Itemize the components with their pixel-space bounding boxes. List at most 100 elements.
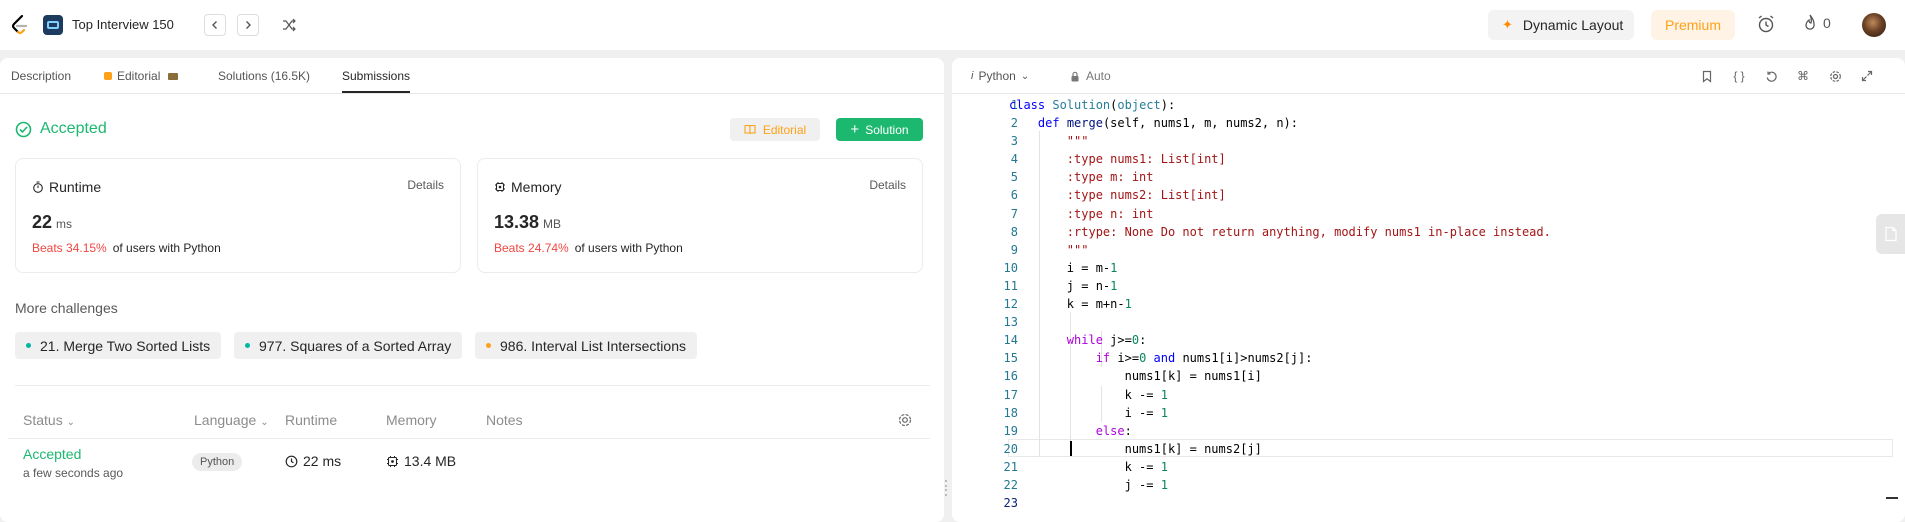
tab-submissions[interactable]: Submissions bbox=[342, 69, 410, 83]
code-token: i>= bbox=[1117, 351, 1140, 366]
code-text: nums1[k] = nums1[i] bbox=[1009, 367, 1262, 385]
format-code-icon[interactable]: { } bbox=[1729, 68, 1749, 84]
code-line[interactable]: 22 j -= 1 bbox=[952, 476, 1905, 494]
tab-solutions[interactable]: Solutions (16.5K) bbox=[218, 69, 310, 83]
info-icon: i bbox=[971, 70, 974, 82]
language-column-header[interactable]: Language ⌄ bbox=[194, 412, 269, 428]
code-line[interactable]: 14 while j>=0: bbox=[952, 331, 1905, 349]
code-text: nums1[k] = nums2[j] bbox=[1009, 440, 1262, 458]
runtime-card[interactable]: Runtime Details 22 ms Beats 34.15% of user… bbox=[15, 158, 461, 273]
code-line[interactable]: 10 i = m-1 bbox=[952, 259, 1905, 277]
tab-description[interactable]: Description bbox=[11, 69, 71, 83]
code-line[interactable]: 5 :type m: int bbox=[952, 168, 1905, 186]
code-line[interactable]: 1 class Solution(object): bbox=[952, 96, 1905, 114]
code-text: :type n: int bbox=[1009, 205, 1154, 223]
notes-side-tab[interactable] bbox=[1876, 214, 1905, 254]
streak-count: 0 bbox=[1823, 15, 1831, 31]
next-problem-button[interactable] bbox=[237, 14, 259, 36]
code-line[interactable]: 3 """ bbox=[952, 132, 1905, 150]
code-line[interactable]: 7 :type n: int bbox=[952, 205, 1905, 223]
code-line[interactable]: 15 if i>=0 and nums1[i]>nums2[j]: bbox=[952, 349, 1905, 367]
tab-editorial[interactable]: Editorial bbox=[104, 69, 179, 83]
code-line[interactable]: 11 j = n-1 bbox=[952, 277, 1905, 295]
code-token: :rtype: None Do not return anything, mod… bbox=[1066, 224, 1551, 239]
code-line[interactable]: 8 :rtype: None Do not return anything, m… bbox=[952, 223, 1905, 241]
post-solution-button[interactable]: + Solution bbox=[836, 118, 923, 141]
code-token: 0 bbox=[1131, 333, 1140, 348]
runtime-card-title: Runtime bbox=[32, 179, 101, 195]
study-list-icon[interactable] bbox=[43, 15, 63, 35]
code-line[interactable]: 12 k = m+n-1 bbox=[952, 295, 1905, 313]
code-text: j -= 1 bbox=[1009, 476, 1168, 494]
challenge-chip[interactable]: 986. Interval List Intersections bbox=[475, 332, 697, 359]
code-text: k = m+n-1 bbox=[1009, 295, 1132, 313]
streak-counter[interactable]: 0 bbox=[1803, 14, 1831, 32]
code-line[interactable]: 23 bbox=[952, 494, 1905, 512]
timer-button[interactable] bbox=[1756, 14, 1776, 39]
auto-mode-toggle[interactable]: Auto bbox=[1070, 69, 1111, 83]
premium-button[interactable]: Premium bbox=[1651, 10, 1735, 40]
expand-icon[interactable] bbox=[1857, 68, 1877, 84]
code-token: i = m- bbox=[1009, 260, 1111, 275]
row-status[interactable]: Accepted bbox=[23, 446, 81, 462]
study-list-title[interactable]: Top Interview 150 bbox=[72, 17, 174, 32]
difficulty-dot bbox=[26, 343, 31, 348]
memory-card[interactable]: Memory Details 13.38 MB Beats 24.74% of us… bbox=[477, 158, 923, 273]
code-token: 0 bbox=[1139, 351, 1154, 366]
status-column-header[interactable]: Status ⌄ bbox=[23, 412, 75, 428]
editorial-button-label: Editorial bbox=[762, 122, 807, 137]
chevron-right-icon bbox=[246, 21, 251, 29]
code-line[interactable]: 2 def merge(self, nums1, m, nums2, n): bbox=[952, 114, 1905, 132]
challenge-chip[interactable]: 977. Squares of a Sorted Array bbox=[234, 332, 463, 359]
code-token: k -= bbox=[1009, 459, 1161, 474]
code-text: if i>=0 and nums1[i]>nums2[j]: bbox=[1009, 349, 1313, 367]
flame-icon bbox=[1805, 14, 1815, 30]
code-line[interactable]: 18 i -= 1 bbox=[952, 404, 1905, 422]
code-line[interactable]: 17 k -= 1 bbox=[952, 386, 1905, 404]
shortcuts-icon[interactable]: ⌘ bbox=[1793, 68, 1813, 84]
code-line[interactable]: 13 bbox=[952, 313, 1905, 331]
language-header-label: Language bbox=[194, 412, 257, 428]
challenge-chip[interactable]: 21. Merge Two Sorted Lists bbox=[15, 332, 222, 359]
code-line[interactable]: 6 :type nums2: List[int] bbox=[952, 186, 1905, 204]
table-settings-button[interactable] bbox=[897, 412, 913, 433]
code-area[interactable]: 1 class Solution(object): 2 def merge(self… bbox=[952, 96, 1905, 512]
row-memory-value: 13.4 MB bbox=[404, 453, 457, 469]
runtime-details-link[interactable]: Details bbox=[407, 178, 444, 192]
row-runtime: 22 ms bbox=[285, 453, 341, 469]
leetcode-logo-icon[interactable] bbox=[8, 13, 32, 37]
code-line[interactable]: 9 """ bbox=[952, 241, 1905, 259]
code-token: and bbox=[1153, 351, 1183, 366]
code-line[interactable]: 19 else: bbox=[952, 422, 1905, 440]
reset-code-icon[interactable] bbox=[1761, 68, 1781, 84]
code-token: j = n- bbox=[1009, 278, 1111, 293]
memory-value: 13.38 MB bbox=[494, 212, 561, 233]
code-line[interactable]: 21 k -= 1 bbox=[952, 458, 1905, 476]
editorial-button[interactable]: Editorial bbox=[730, 118, 820, 141]
prev-problem-button[interactable] bbox=[204, 14, 226, 36]
language-select[interactable]: i Python ⌄ bbox=[971, 69, 1029, 83]
gear-icon bbox=[898, 413, 912, 427]
scrollbar-marker bbox=[1886, 497, 1898, 499]
code-line[interactable]: 4 :type nums1: List[int] bbox=[952, 150, 1905, 168]
row-runtime-value: 22 ms bbox=[303, 453, 342, 469]
bookmark-icon[interactable] bbox=[1697, 68, 1717, 84]
difficulty-dot bbox=[245, 343, 250, 348]
panel-resize-handle[interactable] bbox=[945, 480, 951, 496]
code-text: def merge(self, nums1, m, nums2, n): bbox=[1009, 114, 1298, 132]
chevron-down-icon: ⌄ bbox=[1020, 70, 1030, 82]
settings-gear-icon[interactable] bbox=[1825, 68, 1845, 84]
code-line[interactable]: 16 nums1[k] = nums1[i] bbox=[952, 367, 1905, 385]
user-avatar[interactable] bbox=[1862, 13, 1886, 37]
difficulty-dot bbox=[486, 343, 491, 348]
code-token: 1 bbox=[1160, 405, 1168, 420]
random-problem-button[interactable] bbox=[278, 14, 300, 36]
dynamic-layout-button[interactable]: ✦ Dynamic Layout bbox=[1488, 10, 1634, 40]
memory-details-link[interactable]: Details bbox=[869, 178, 906, 192]
code-line[interactable]: 20 nums1[k] = nums2[j] bbox=[952, 440, 1905, 458]
